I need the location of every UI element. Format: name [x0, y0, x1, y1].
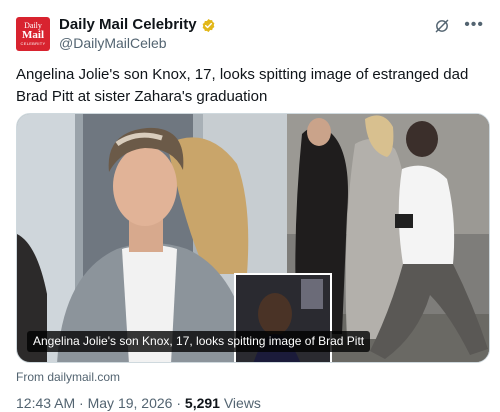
display-name-row[interactable]: Daily Mail Celebrity — [59, 16, 216, 34]
tweet-text: Angelina Jolie's son Knox, 17, looks spi… — [16, 66, 469, 105]
display-name[interactable]: Daily Mail Celebrity — [59, 16, 197, 34]
media-photo — [17, 114, 489, 362]
avatar[interactable]: Daily Mail CELEBRITY — [16, 17, 50, 51]
link-source[interactable]: From dailymail.com — [16, 369, 120, 385]
meta-separator: · — [176, 395, 182, 411]
views-label: Views — [223, 395, 261, 411]
account-names: Daily Mail Celebrity @DailyMailCeleb — [59, 16, 216, 52]
tweet-meta: 12:43 AM · May 19, 2026 · 5,291 Views — [16, 394, 261, 412]
views-count: 5,291 — [184, 395, 220, 411]
account-handle[interactable]: @DailyMailCeleb — [59, 34, 216, 52]
more-options-icon[interactable]: ••• — [464, 16, 484, 34]
tweet-date[interactable]: May 19, 2026 — [88, 395, 173, 411]
meta-separator: · — [79, 395, 84, 411]
tweet-media[interactable]: Angelina Jolie's son Knox, 17, looks spi… — [16, 113, 490, 363]
avatar-text-celebrity: CELEBRITY — [20, 41, 46, 46]
tweet-header: Daily Mail CELEBRITY Daily Mail Celebrit… — [16, 16, 484, 56]
grok-icon[interactable] — [434, 18, 450, 34]
verified-badge-icon — [202, 18, 214, 32]
avatar-text-mail: Mail — [22, 29, 44, 41]
tweet-time[interactable]: 12:43 AM — [16, 395, 75, 411]
media-caption: Angelina Jolie's son Knox, 17, looks spi… — [27, 331, 371, 352]
